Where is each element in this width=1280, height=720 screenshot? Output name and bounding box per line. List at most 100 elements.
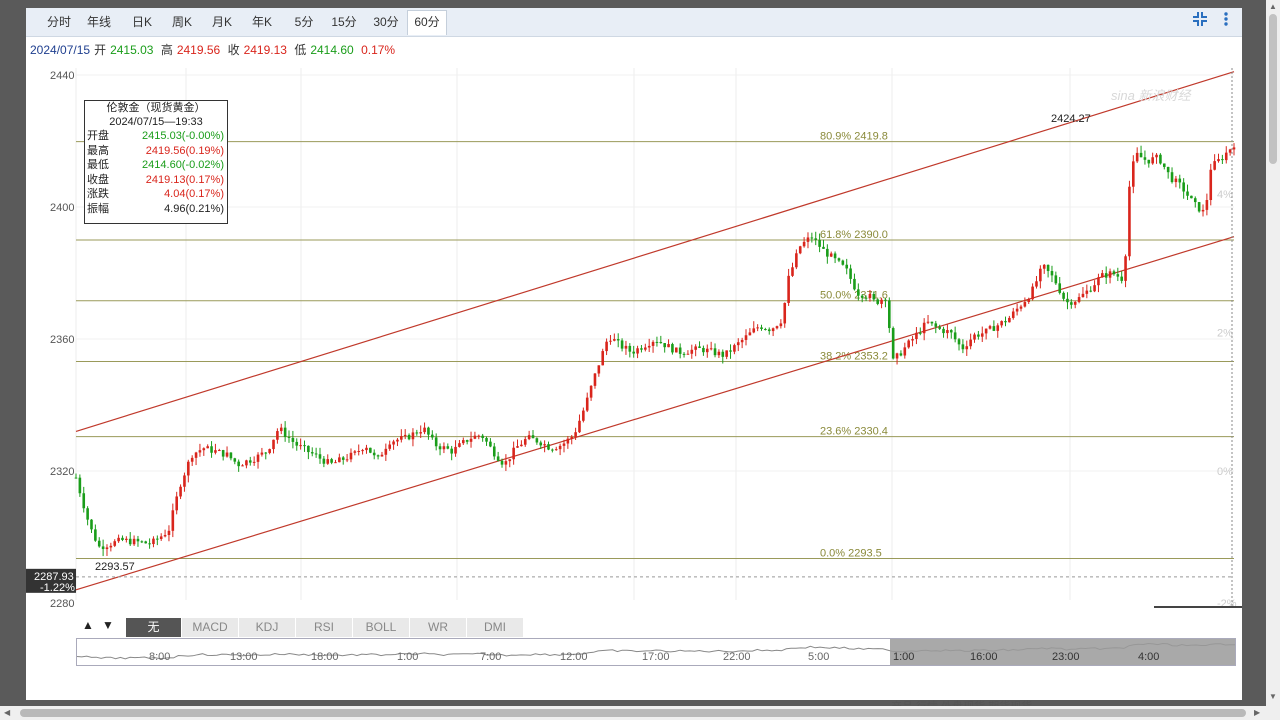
candle-body	[659, 341, 663, 344]
candle-body	[783, 302, 787, 324]
candle-body	[717, 351, 721, 356]
candle-body	[644, 347, 647, 350]
candle-body	[857, 289, 860, 296]
candle-body	[969, 339, 972, 347]
candle-body	[640, 348, 643, 350]
vertical-scroll-thumb[interactable]	[1269, 14, 1277, 164]
candle-body	[578, 420, 581, 433]
navigator-label: 13:00	[230, 651, 258, 663]
candle-body	[1081, 293, 1085, 298]
candle-body	[156, 538, 159, 540]
horizontal-scroll-thumb[interactable]	[20, 709, 1246, 717]
indicator-none[interactable]: 无	[126, 618, 182, 637]
candle-body	[190, 457, 194, 462]
candle-body	[736, 342, 740, 346]
candle-body	[400, 436, 403, 440]
candle-body	[806, 237, 810, 242]
indicator-macd[interactable]: MACD	[182, 618, 239, 637]
candle-body	[183, 475, 186, 487]
candle-body	[918, 332, 922, 334]
candle-body	[1085, 290, 1089, 294]
candle-body	[829, 253, 833, 257]
candle-body	[926, 321, 930, 323]
vertical-scrollbar[interactable]: ▲ ▼	[1266, 0, 1280, 720]
candle-body	[1228, 149, 1232, 153]
price-axis-label: 2320	[50, 466, 74, 478]
candle-body	[500, 460, 504, 465]
candle-body	[163, 535, 167, 537]
candle-body	[237, 461, 240, 467]
candle-body	[620, 340, 624, 349]
candle-body	[826, 248, 829, 257]
candle-body	[520, 444, 523, 447]
candle-body	[473, 435, 477, 439]
candle-body	[709, 348, 713, 350]
candle-body	[469, 438, 473, 442]
range-navigator[interactable]: 8:00 13:00 18:00 1:00 7:00 12:00 17:00 2…	[76, 638, 1236, 666]
candle-body	[558, 445, 562, 450]
indicator-boll[interactable]: BOLL	[353, 618, 410, 637]
candle-body	[543, 444, 546, 446]
indicator-rsi[interactable]: RSI	[296, 618, 353, 637]
indicator-kdj[interactable]: KDJ	[239, 618, 296, 637]
navigator-label: 16:00	[970, 651, 998, 663]
candle-body	[1139, 152, 1143, 158]
horizontal-scrollbar[interactable]: ◀ ▶	[0, 706, 1266, 720]
candle-body	[431, 434, 434, 438]
candle-body	[144, 541, 148, 544]
candlestick-chart[interactable]: 80.9% 2419.861.8% 2390.050.0% 2371.638.2…	[26, 8, 1242, 608]
candle-body	[121, 537, 124, 540]
candle-body	[167, 530, 171, 536]
candle-body	[810, 237, 814, 239]
candle-body	[853, 278, 856, 290]
candle-body	[1097, 277, 1100, 286]
candle-body	[671, 344, 674, 353]
candle-body	[535, 438, 539, 443]
candle-body	[272, 439, 275, 450]
percent-axis-label: 2%	[1217, 327, 1233, 339]
candle-body	[992, 326, 996, 331]
candle-body	[140, 541, 144, 543]
candle-body	[764, 329, 767, 331]
candle-body	[194, 452, 198, 458]
candle-body	[1213, 161, 1216, 170]
footer-breadcrumb: 产品 行情 外盘现货 期货现货	[891, 698, 1032, 706]
candle-body	[884, 299, 887, 301]
scroll-right-icon[interactable]: ▶	[1254, 708, 1260, 717]
navigator-label: 1:00	[397, 651, 419, 663]
indicator-wr[interactable]: WR	[410, 618, 467, 637]
candle-body	[94, 529, 97, 541]
candle-body	[438, 446, 442, 450]
candle-body	[206, 446, 209, 449]
candle-body	[1201, 209, 1205, 212]
scroll-up-icon[interactable]: ▲	[1269, 2, 1277, 11]
scroll-left-icon[interactable]: ◀	[4, 708, 10, 717]
tooltip-row-low: 最低 2414.60(-0.02%)	[85, 158, 227, 173]
tooltip-label: 最高	[87, 144, 109, 157]
candle-body	[651, 341, 655, 346]
candle-body	[287, 437, 291, 439]
candle-body	[767, 329, 771, 332]
candle-body	[125, 538, 128, 540]
candle-body	[582, 410, 585, 421]
candle-body	[667, 344, 670, 348]
candle-body	[663, 343, 666, 348]
candle-body	[492, 446, 496, 457]
candle-body	[117, 537, 120, 542]
candle-body	[512, 447, 515, 460]
candle-body	[775, 326, 779, 329]
candle-body	[988, 326, 992, 329]
tooltip-value: 2415.03(-0.00%)	[142, 130, 224, 142]
candle-body	[1186, 191, 1189, 196]
candle-body	[888, 300, 891, 329]
candle-body	[1093, 285, 1096, 292]
candle-body	[961, 344, 965, 350]
scroll-up-arrow[interactable]: ▲	[82, 618, 94, 632]
indicator-dmi[interactable]: DMI	[467, 618, 524, 637]
scroll-down-arrow[interactable]: ▼	[102, 618, 114, 632]
scroll-down-icon[interactable]: ▼	[1269, 692, 1277, 701]
candle-body	[198, 450, 202, 453]
candle-body	[128, 538, 132, 545]
candle-body	[74, 477, 78, 479]
candle-body	[605, 341, 608, 352]
